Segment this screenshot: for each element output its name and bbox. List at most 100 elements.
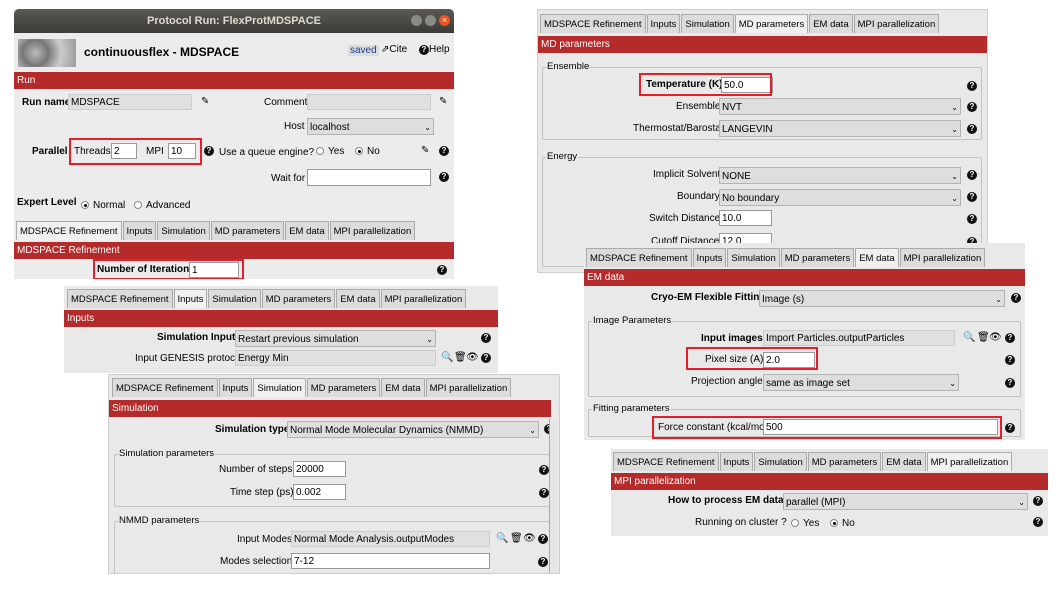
wait-for-input[interactable]	[307, 169, 431, 186]
help-icon[interactable]: ?	[967, 214, 977, 224]
input-images-input[interactable]: Import Particles.outputParticles	[763, 330, 955, 346]
tab-simulation[interactable]: Simulation	[727, 248, 780, 267]
help-icon[interactable]: ?	[1033, 496, 1043, 506]
tab-em-data[interactable]: EM data	[285, 221, 329, 240]
tab-simulation[interactable]: Simulation	[208, 289, 261, 308]
projection-angles-select[interactable]: same as image set ⌄	[763, 374, 959, 391]
expert-advanced-radio[interactable]: Advanced	[134, 200, 190, 211]
thermostat-select[interactable]: LANGEVIN ⌄	[719, 120, 961, 137]
tab-mpi-parallelization[interactable]: MPI parallelization	[853, 14, 940, 33]
tab-inputs[interactable]: Inputs	[646, 14, 681, 33]
modes-selection-input[interactable]: 7-12	[291, 553, 490, 569]
eye-icon[interactable]: 👁	[466, 352, 479, 364]
host-select[interactable]: localhost ⌄	[307, 118, 434, 135]
cite-button[interactable]: ⇗Cite	[381, 44, 407, 55]
tab-inputs[interactable]: Inputs	[218, 378, 253, 397]
tab-md-parameters[interactable]: MD parameters	[306, 378, 381, 397]
tab-mdspace-refinement[interactable]: MDSPACE Refinement	[16, 221, 122, 240]
switch-distance-input[interactable]: 10.0	[719, 210, 772, 226]
cluster-no-radio[interactable]: No	[830, 518, 855, 529]
minimize-icon[interactable]	[411, 15, 422, 26]
steps-input[interactable]: 20000	[293, 461, 346, 477]
modes-input[interactable]: Normal Mode Analysis.outputModes	[291, 531, 490, 547]
help-icon[interactable]: ?	[539, 488, 549, 498]
queue-no-radio[interactable]: No	[355, 146, 380, 157]
help-icon[interactable]: ?	[538, 557, 548, 567]
trash-icon[interactable]: 🗑	[510, 533, 523, 545]
tab-inputs[interactable]: Inputs	[173, 289, 208, 308]
process-em-select[interactable]: parallel (MPI) ⌄	[783, 493, 1028, 510]
help-icon[interactable]: ?	[439, 146, 449, 156]
eye-icon[interactable]: 👁	[523, 533, 536, 545]
help-icon[interactable]: ?	[1005, 378, 1015, 388]
run-name-input[interactable]: MDSPACE	[68, 94, 192, 110]
tab-mdspace-refinement[interactable]: MDSPACE Refinement	[613, 452, 719, 471]
eye-icon[interactable]: 👁	[989, 332, 1002, 344]
search-icon[interactable]: 🔍	[496, 533, 508, 545]
help-icon[interactable]: ?	[1033, 517, 1043, 527]
help-icon[interactable]: ?	[538, 534, 548, 544]
edit-icon[interactable]: ✎	[421, 145, 429, 157]
trash-icon[interactable]: 🗑	[977, 332, 990, 344]
help-icon[interactable]: ?	[481, 333, 491, 343]
help-icon[interactable]: ?	[1005, 355, 1015, 365]
help-button[interactable]: ? Help	[419, 44, 450, 55]
tab-em-data[interactable]: EM data	[381, 378, 425, 397]
sim-type-select[interactable]: Normal Mode Molecular Dynamics (NMMD) ⌄	[287, 421, 539, 438]
tab-mpi-parallelization[interactable]: MPI parallelization	[329, 221, 416, 240]
tab-em-data[interactable]: EM data	[336, 289, 380, 308]
tab-md-parameters[interactable]: MD parameters	[780, 248, 855, 267]
help-icon[interactable]: ?	[967, 102, 977, 112]
tab-mpi-parallelization[interactable]: MPI parallelization	[425, 378, 512, 397]
implicit-solvent-select[interactable]: NONE ⌄	[719, 167, 961, 184]
tab-md-parameters[interactable]: MD parameters	[734, 14, 809, 33]
help-icon[interactable]: ?	[439, 172, 449, 182]
scrollbar[interactable]	[549, 419, 558, 572]
tab-inputs[interactable]: Inputs	[122, 221, 157, 240]
tab-mdspace-refinement[interactable]: MDSPACE Refinement	[112, 378, 218, 397]
tab-em-data[interactable]: EM data	[809, 14, 853, 33]
close-icon[interactable]: ×	[439, 15, 450, 26]
tab-mdspace-refinement[interactable]: MDSPACE Refinement	[586, 248, 692, 267]
genesis-input[interactable]: Energy Min	[235, 350, 436, 366]
help-icon[interactable]: ?	[967, 124, 977, 134]
tab-md-parameters[interactable]: MD parameters	[210, 221, 285, 240]
help-icon[interactable]: ?	[437, 265, 447, 275]
tab-inputs[interactable]: Inputs	[692, 248, 727, 267]
maximize-icon[interactable]	[425, 15, 436, 26]
fitting-select[interactable]: Image (s) ⌄	[759, 290, 1005, 307]
help-icon[interactable]: ?	[1011, 293, 1021, 303]
tab-simulation[interactable]: Simulation	[681, 14, 734, 33]
help-icon[interactable]: ?	[1005, 423, 1015, 433]
cluster-yes-radio[interactable]: Yes	[791, 518, 819, 529]
tab-mdspace-refinement[interactable]: MDSPACE Refinement	[540, 14, 646, 33]
tab-simulation[interactable]: Simulation	[253, 378, 306, 397]
edit-icon[interactable]: ✎	[439, 96, 447, 108]
search-icon[interactable]: 🔍	[441, 352, 453, 364]
help-icon[interactable]: ?	[481, 353, 491, 363]
tab-simulation[interactable]: Simulation	[157, 221, 210, 240]
boundary-select[interactable]: No boundary ⌄	[719, 189, 961, 206]
tab-mdspace-refinement[interactable]: MDSPACE Refinement	[67, 289, 173, 308]
edit-icon[interactable]: ✎	[201, 96, 209, 108]
tab-mpi-parallelization[interactable]: MPI parallelization	[380, 289, 467, 308]
help-icon[interactable]: ?	[967, 170, 977, 180]
ensemble-select[interactable]: NVT ⌄	[719, 98, 961, 115]
tab-em-data[interactable]: EM data	[882, 452, 926, 471]
help-icon[interactable]: ?	[967, 192, 977, 202]
tab-md-parameters[interactable]: MD parameters	[261, 289, 336, 308]
timestep-input[interactable]: 0.002	[293, 484, 346, 500]
sim-inputs-select[interactable]: Restart previous simulation ⌄	[235, 330, 436, 347]
tab-mpi-parallelization[interactable]: MPI parallelization	[926, 452, 1013, 471]
tab-em-data[interactable]: EM data	[855, 248, 899, 267]
help-icon[interactable]: ?	[1005, 333, 1015, 343]
help-icon[interactable]: ?	[539, 465, 549, 475]
trash-icon[interactable]: 🗑	[454, 352, 467, 364]
tab-simulation[interactable]: Simulation	[754, 452, 807, 471]
tab-mpi-parallelization[interactable]: MPI parallelization	[899, 248, 986, 267]
tab-md-parameters[interactable]: MD parameters	[807, 452, 882, 471]
help-icon[interactable]: ?	[967, 81, 977, 91]
search-icon[interactable]: 🔍	[963, 332, 975, 344]
tab-inputs[interactable]: Inputs	[719, 452, 754, 471]
comment-input[interactable]	[307, 94, 431, 110]
